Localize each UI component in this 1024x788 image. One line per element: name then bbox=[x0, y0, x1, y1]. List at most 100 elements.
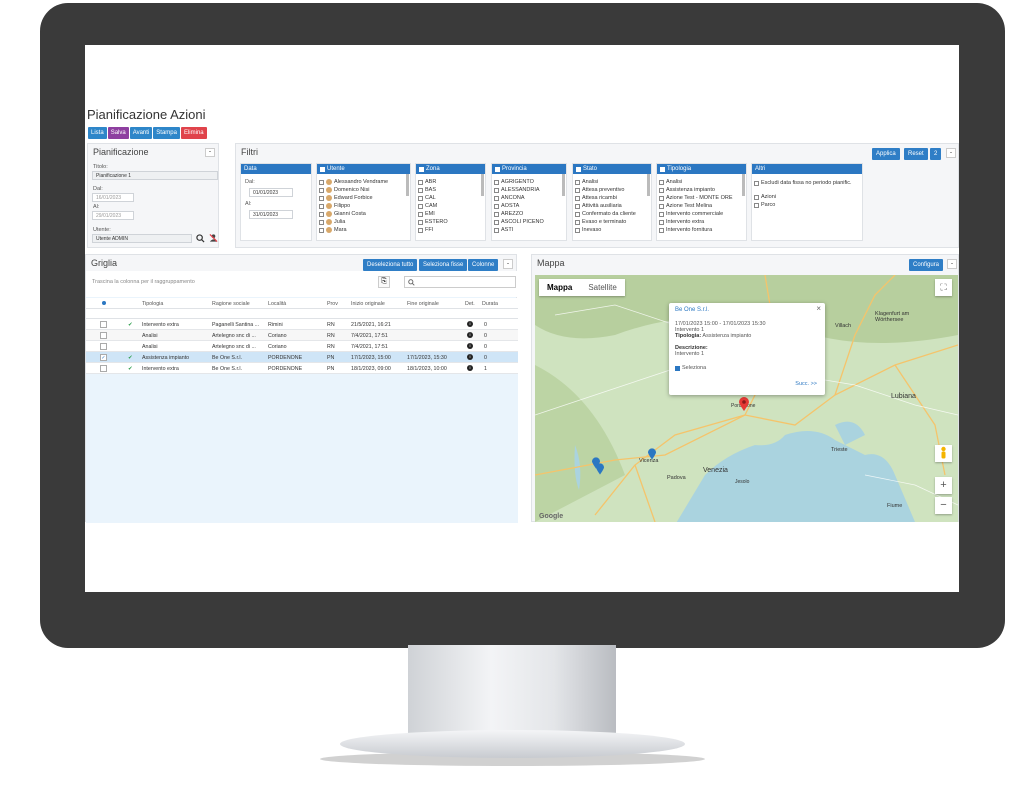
zona-item[interactable]: CAL bbox=[416, 194, 485, 202]
filter-count-badge[interactable]: 2 bbox=[930, 148, 942, 160]
utente-item[interactable]: Gianni Costa bbox=[317, 210, 410, 218]
al-field[interactable]: 29/01/2023 bbox=[92, 211, 134, 220]
checkbox[interactable] bbox=[576, 166, 581, 172]
info-icon[interactable]: i bbox=[467, 332, 473, 338]
stato-item[interactable]: Attesa preventivo bbox=[573, 186, 651, 194]
select-fixed-button[interactable]: Seleziona fisse bbox=[419, 259, 468, 271]
utente-field[interactable]: Utente ADMIN bbox=[92, 234, 192, 243]
checkbox[interactable] bbox=[575, 227, 580, 233]
scrollbar[interactable] bbox=[406, 174, 409, 196]
street-view-icon[interactable] bbox=[935, 445, 952, 462]
checkbox[interactable] bbox=[754, 180, 759, 186]
utente-item[interactable]: Domenico Nisi bbox=[317, 186, 410, 194]
checkbox[interactable] bbox=[418, 227, 423, 233]
stato-item[interactable]: Confermato da cliente bbox=[573, 210, 651, 218]
zona-item[interactable]: CAM bbox=[416, 202, 485, 210]
deselect-all-button[interactable]: Deseleziona tutto bbox=[363, 259, 418, 271]
zona-item[interactable]: ABR bbox=[416, 178, 485, 186]
checkbox[interactable] bbox=[418, 203, 423, 209]
filter-stato-header[interactable]: Stato bbox=[573, 164, 651, 174]
map-marker-vicenza-2[interactable] bbox=[596, 463, 604, 475]
altri-item[interactable]: Azioni bbox=[752, 193, 862, 201]
scrollbar[interactable] bbox=[647, 174, 650, 196]
popup-title[interactable]: Be One S.r.l. bbox=[675, 307, 819, 313]
checkbox[interactable] bbox=[494, 211, 499, 217]
scrollbar[interactable] bbox=[562, 174, 565, 196]
columns-button[interactable]: Colonne bbox=[468, 259, 499, 271]
map-tab-satellite[interactable]: Satellite bbox=[580, 279, 624, 296]
checkbox[interactable] bbox=[494, 195, 499, 201]
row-checkbox[interactable] bbox=[100, 343, 107, 350]
table-row[interactable]: ✓ ✔ Assistenza impianto Be One S.r.l. PORDEN… bbox=[86, 352, 518, 363]
row-checkbox[interactable] bbox=[100, 365, 107, 372]
checkbox[interactable] bbox=[320, 166, 325, 172]
grid-search-input[interactable] bbox=[404, 276, 516, 288]
filter-tipologia-header[interactable]: Tipologia bbox=[657, 164, 746, 174]
title-field[interactable]: Pianificazione 1 bbox=[92, 171, 218, 180]
checkbox[interactable] bbox=[659, 227, 664, 233]
checkbox[interactable] bbox=[319, 211, 324, 217]
zona-item[interactable]: BAS bbox=[416, 186, 485, 194]
checkbox[interactable] bbox=[659, 211, 664, 217]
tipologia-item[interactable]: Intervento commerciale bbox=[657, 210, 746, 218]
next-button[interactable]: Avanti bbox=[129, 127, 153, 139]
list-button[interactable]: Lista bbox=[88, 127, 107, 139]
column-header-prov[interactable]: Prov bbox=[327, 301, 338, 307]
stato-item[interactable]: Inevaso bbox=[573, 226, 651, 234]
info-icon[interactable]: i bbox=[467, 354, 473, 360]
column-header-fine[interactable]: Fine originale bbox=[407, 301, 439, 307]
checkbox[interactable] bbox=[660, 166, 665, 172]
zona-item[interactable]: FFI bbox=[416, 226, 485, 234]
popup-next-link[interactable]: Succ. >> bbox=[795, 381, 817, 387]
filter-zona-header[interactable]: Zona bbox=[416, 164, 485, 174]
tipologia-item[interactable]: Azione Test Melina bbox=[657, 202, 746, 210]
column-header-durata[interactable]: Durata bbox=[482, 301, 498, 307]
checkbox[interactable] bbox=[575, 187, 580, 193]
checkbox[interactable] bbox=[418, 195, 423, 201]
configura-button[interactable]: Configura bbox=[909, 259, 944, 271]
checkbox[interactable] bbox=[494, 179, 499, 185]
utente-item[interactable]: Julia bbox=[317, 218, 410, 226]
applica-button[interactable]: Applica bbox=[872, 148, 900, 160]
clear-user-icon[interactable] bbox=[209, 233, 218, 243]
zoom-out-button[interactable]: − bbox=[935, 497, 952, 514]
checkbox[interactable] bbox=[418, 179, 423, 185]
dal-field[interactable]: 16/01/2023 bbox=[92, 193, 134, 202]
search-icon[interactable] bbox=[196, 234, 205, 243]
stato-item[interactable]: Attività ausiliaria bbox=[573, 202, 651, 210]
table-row[interactable]: ✔ Intervento extra Paganelli Santina ... Ri… bbox=[86, 319, 518, 330]
checkbox[interactable] bbox=[659, 195, 664, 201]
tipologia-item[interactable]: Intervento fornitura bbox=[657, 226, 746, 234]
scrollbar[interactable] bbox=[742, 174, 745, 196]
export-button[interactable]: ⎘ bbox=[378, 276, 390, 288]
zoom-in-button[interactable]: + bbox=[935, 477, 952, 494]
tipologia-item[interactable]: Intervento extra bbox=[657, 218, 746, 226]
altri-item[interactable]: Escludi data fissa no periodo pianific. bbox=[752, 179, 862, 187]
stato-item[interactable]: Analisi bbox=[573, 178, 651, 186]
map-view[interactable]: Mappa Satellite ⛶ + − Villach Klagenfurt… bbox=[535, 275, 958, 522]
checkbox[interactable] bbox=[659, 187, 664, 193]
tipologia-item[interactable]: Assistenza impianto bbox=[657, 186, 746, 194]
table-row[interactable]: ✔ Intervento extra Be One S.r.l. PORDENONE P… bbox=[86, 363, 518, 374]
row-checkbox[interactable]: ✓ bbox=[100, 354, 107, 361]
provincia-item[interactable]: ALESSANDRIA bbox=[492, 186, 566, 194]
provincia-item[interactable]: ASTI bbox=[492, 226, 566, 234]
popup-select-checkbox[interactable] bbox=[675, 365, 680, 371]
save-button[interactable]: Salva bbox=[107, 127, 129, 139]
zona-item[interactable]: EMI bbox=[416, 210, 485, 218]
stato-item[interactable]: Evaso e terminato bbox=[573, 218, 651, 226]
map-marker-pordenone[interactable] bbox=[739, 397, 749, 411]
checkbox[interactable] bbox=[319, 227, 324, 233]
info-icon[interactable]: i bbox=[467, 343, 473, 349]
filter-provincia-header[interactable]: Provincia bbox=[492, 164, 566, 174]
altri-item[interactable]: Parco bbox=[752, 201, 862, 209]
provincia-item[interactable]: ASCOLI PICENO bbox=[492, 218, 566, 226]
utente-item[interactable]: Edward Forbice bbox=[317, 194, 410, 202]
column-header-tipologia[interactable]: Tipologia bbox=[142, 301, 163, 307]
checkbox[interactable] bbox=[319, 187, 324, 193]
filter-al-field[interactable]: 31/01/2023 bbox=[249, 210, 293, 219]
checkbox[interactable] bbox=[575, 179, 580, 185]
checkbox[interactable] bbox=[419, 166, 424, 172]
column-header-det[interactable]: Det. bbox=[465, 301, 475, 307]
map-tab-map[interactable]: Mappa bbox=[539, 279, 580, 296]
